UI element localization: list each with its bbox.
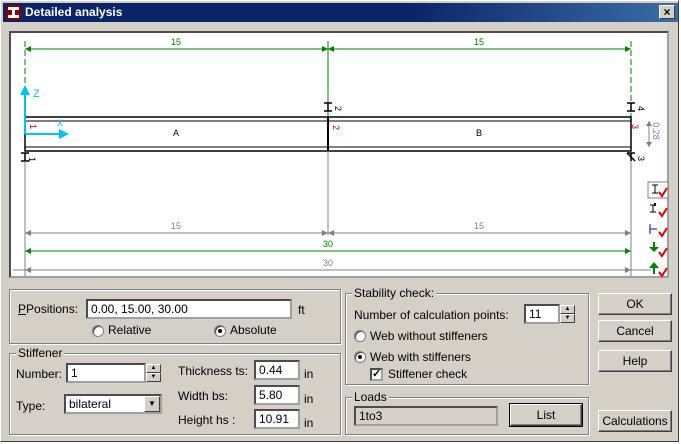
list-button[interactable]: List — [509, 403, 583, 427]
spin-up-icon[interactable]: ▲ — [560, 305, 575, 314]
load-up-icon[interactable] — [647, 261, 669, 279]
web-with-label[interactable]: Web with stiffeners — [370, 350, 471, 364]
thickness-label: Thickness ts: — [178, 364, 249, 378]
node-label-1: 1 — [28, 124, 38, 129]
total-green: 30 — [323, 239, 333, 249]
loads-group: Loads 1to3 List — [345, 390, 589, 435]
total-grey: 30 — [323, 258, 333, 268]
axis-z-label: Z — [33, 88, 40, 100]
title-bar: Detailed analysis × — [3, 3, 678, 22]
beam-diagram-svg: 15 15 A B 1 2 4 3 1 2 3 0.28 Z X 15 15 3… — [13, 37, 661, 276]
width-label: Width bs: — [178, 389, 229, 403]
stiffener-legend: Stiffener — [16, 346, 65, 360]
axis-x-label: X — [57, 118, 63, 128]
bottom-span-1: 15 — [171, 221, 181, 231]
window-title: Detailed analysis — [25, 5, 123, 19]
chevron-down-icon[interactable]: ▼ — [144, 396, 160, 412]
spin-down-icon[interactable]: ▼ — [560, 314, 575, 323]
calculations-button[interactable]: Calculations — [598, 410, 672, 432]
stiffener-check-checkbox[interactable]: ✓ — [370, 368, 383, 381]
loads-field: 1to3 — [354, 406, 498, 426]
close-button[interactable]: × — [659, 5, 675, 19]
positions-group: PPositions: 0.00, 15.00, 30.00 ft Relati… — [9, 289, 341, 344]
segment-b-label: B — [476, 128, 482, 138]
support-label-3: 3 — [636, 156, 646, 161]
stiffener-check-label[interactable]: Stiffener check — [388, 367, 467, 381]
height-unit: in — [304, 416, 314, 430]
stiffener-group: Stiffener Number: 1 ▲ ▼ Type: bilateral ▼… — [9, 346, 341, 435]
cancel-button[interactable]: Cancel — [598, 320, 672, 342]
calc-points-spinner[interactable]: ▲ ▼ — [560, 305, 575, 323]
stability-legend: Stability check: — [352, 286, 437, 300]
beam-diagram[interactable]: 15 15 A B 1 2 4 3 1 2 3 0.28 Z X 15 15 3… — [9, 31, 669, 278]
height-label: Height hs : — [178, 413, 236, 427]
support-top-icon[interactable] — [647, 181, 669, 199]
web-without-radio[interactable] — [354, 330, 366, 342]
support-bottom-icon[interactable] — [647, 201, 669, 219]
load-down-icon[interactable] — [647, 241, 669, 259]
stability-group: Stability check: Number of calculation p… — [345, 286, 589, 385]
node-label-2: 2 — [331, 125, 341, 130]
web-without-label[interactable]: Web without stiffeners — [370, 329, 488, 343]
spin-down-icon[interactable]: ▼ — [146, 373, 161, 382]
help-button[interactable]: Help — [598, 350, 672, 372]
height-dimension: 0.28 — [651, 122, 661, 140]
number-spinner[interactable]: ▲ ▼ — [146, 364, 161, 382]
positions-input[interactable]: 0.00, 15.00, 30.00 — [86, 299, 292, 319]
positions-unit: ft — [298, 303, 305, 317]
node-label-3: 3 — [630, 124, 640, 129]
width-input[interactable]: 5.80 — [254, 385, 300, 405]
spin-up-icon[interactable]: ▲ — [146, 364, 161, 373]
dialog-window: Detailed analysis × 15 15 A B 1 2 4 3 1 … — [0, 0, 679, 442]
calc-points-label: Number of calculation points: — [354, 308, 509, 322]
number-label: Number: — [16, 367, 63, 381]
calc-points-input[interactable]: 11 — [524, 304, 560, 324]
loads-legend: Loads — [352, 390, 389, 404]
support-label-1: 1 — [27, 157, 37, 162]
type-label: Type: — [16, 399, 46, 413]
absolute-label[interactable]: Absolute — [230, 323, 277, 337]
top-span-1: 15 — [171, 37, 181, 47]
ok-button[interactable]: OK — [598, 293, 672, 315]
app-icon — [6, 5, 21, 20]
relative-radio[interactable] — [92, 325, 104, 337]
thickness-input[interactable]: 0.44 — [254, 360, 300, 380]
top-span-2: 15 — [474, 37, 484, 47]
segment-a-label: A — [173, 128, 179, 138]
thickness-unit: in — [304, 367, 314, 381]
support-label-4: 4 — [636, 106, 646, 111]
number-input[interactable]: 1 — [66, 363, 146, 383]
stiffener-left-icon[interactable] — [647, 221, 669, 239]
support-label-2: 2 — [333, 106, 343, 111]
web-with-radio[interactable] — [354, 351, 366, 363]
height-input[interactable]: 10.91 — [254, 409, 300, 429]
absolute-radio[interactable] — [214, 325, 226, 337]
positions-label: PPositions: — [18, 302, 79, 316]
relative-label[interactable]: Relative — [108, 323, 151, 337]
bottom-span-2: 15 — [474, 221, 484, 231]
width-unit: in — [304, 392, 314, 406]
